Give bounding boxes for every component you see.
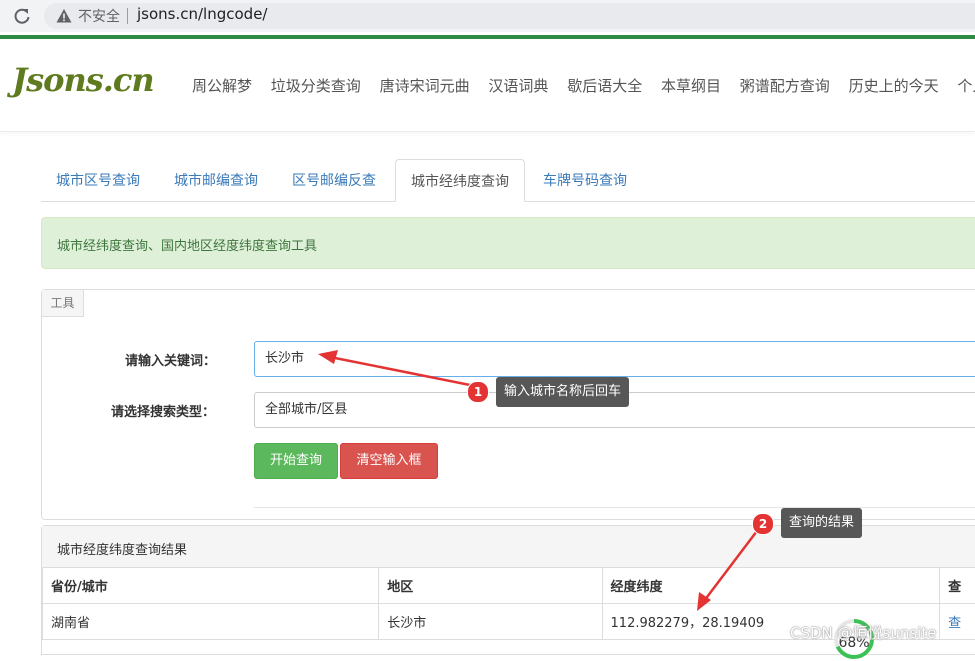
insecure-label: 不安全	[78, 6, 120, 26]
tool-tabs: 城市区号查询 城市邮编查询 区号邮编反查 城市经纬度查询 车牌号码查询	[41, 159, 975, 202]
results-title: 城市经度纬度查询结果	[57, 539, 187, 558]
column-header: 地区	[379, 568, 602, 604]
panel-tag: 工具	[42, 290, 84, 317]
tab-license-plate[interactable]: 车牌号码查询	[528, 159, 642, 201]
table-header-row: 省份/城市 地区 经度纬度 查	[43, 568, 975, 604]
nav-item[interactable]: 唐诗宋词元曲	[380, 77, 470, 95]
watermark: CSDN @恒悦sunsite	[790, 622, 936, 643]
nav-item[interactable]: 垃圾分类查询	[271, 77, 361, 95]
column-header: 省份/城市	[43, 568, 379, 604]
annotation-callout-2: 查询的结果	[781, 508, 862, 538]
url-separator	[127, 8, 128, 24]
table-cell-link[interactable]: 查	[940, 604, 975, 640]
nav-item[interactable]: 个人所得	[957, 77, 975, 95]
info-alert-text: 城市经纬度查询、国内地区经度纬度查询工具	[57, 235, 317, 254]
reload-icon[interactable]	[12, 6, 32, 26]
warning-icon[interactable]	[56, 8, 72, 24]
nav-item[interactable]: 周公解梦	[192, 77, 252, 95]
tab-lnglat[interactable]: 城市经纬度查询	[395, 159, 525, 202]
url-text[interactable]: jsons.cn/lngcode/	[137, 5, 267, 23]
info-alert: 城市经纬度查询、国内地区经度纬度查询工具	[41, 217, 975, 269]
clear-button[interactable]: 清空输入框	[340, 443, 438, 479]
nav-item[interactable]: 本草纲目	[661, 77, 721, 95]
nav-item[interactable]: 汉语词典	[488, 77, 548, 95]
main-nav: 周公解梦 垃圾分类查询 唐诗宋词元曲 汉语词典 歇后语大全 本草纲目 粥谱配方查…	[192, 75, 975, 96]
table-cell: 长沙市	[379, 604, 602, 640]
tab-area-code[interactable]: 城市区号查询	[41, 159, 155, 201]
annotation-badge-2: 2	[752, 513, 774, 535]
search-type-label: 请选择搜索类型：	[111, 401, 215, 420]
table-cell: 湖南省	[43, 604, 379, 640]
annotation-callout-1: 输入城市名称后回车	[496, 377, 629, 407]
column-header: 经度纬度	[602, 568, 940, 604]
site-logo[interactable]: Jsons.cn	[12, 61, 154, 99]
keyword-input[interactable]: 长沙市	[254, 341, 975, 377]
nav-item[interactable]: 歇后语大全	[567, 77, 642, 95]
nav-item[interactable]: 历史上的今天	[849, 77, 939, 95]
search-button[interactable]: 开始查询	[254, 443, 338, 479]
tab-postcode[interactable]: 城市邮编查询	[159, 159, 273, 201]
keyword-label: 请输入关键词：	[125, 350, 216, 369]
nav-item[interactable]: 粥谱配方查询	[740, 77, 830, 95]
column-header: 查	[940, 568, 975, 604]
site-header: Jsons.cn 周公解梦 垃圾分类查询 唐诗宋词元曲 汉语词典 歇后语大全 本…	[0, 39, 975, 132]
panel-divider	[254, 507, 975, 508]
annotation-badge-1: 1	[467, 381, 489, 403]
tab-reverse-lookup[interactable]: 区号邮编反查	[277, 159, 391, 201]
browser-address-bar: 不安全 jsons.cn/lngcode/	[0, 0, 975, 32]
